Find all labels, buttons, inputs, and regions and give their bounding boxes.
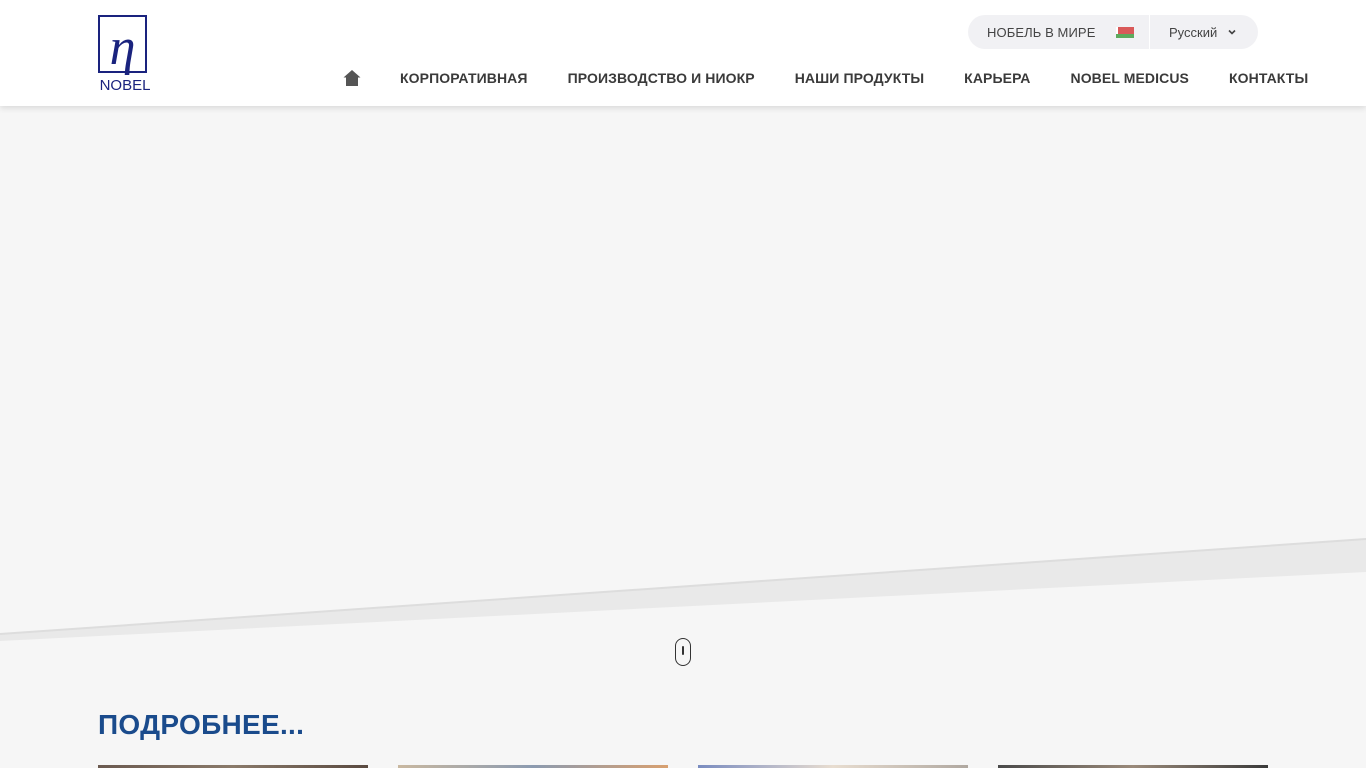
main-nav: КОРПОРАТИВНАЯ ПРОИЗВОДСТВО И НИОКР НАШИ … xyxy=(340,66,1308,90)
hero-slider xyxy=(0,106,1366,646)
svg-text:η: η xyxy=(110,19,136,76)
belarus-flag-icon xyxy=(1116,26,1135,38)
home-icon[interactable] xyxy=(342,68,362,88)
nav-item-career[interactable]: КАРЬЕРА xyxy=(964,70,1030,86)
language-select[interactable]: Русский xyxy=(1150,15,1258,49)
nav-item-corporate[interactable]: КОРПОРАТИВНАЯ xyxy=(400,70,528,86)
nobel-logo[interactable]: η NOBEL xyxy=(98,15,152,92)
top-utility-bar: НОБЕЛЬ В МИРЕ Русский xyxy=(968,15,1258,49)
site-header: η NOBEL НОБЕЛЬ В МИРЕ Русский КОРПОРАТИВ… xyxy=(0,0,1366,106)
mouse-scroll-icon[interactable] xyxy=(675,638,691,666)
nobel-world-label: НОБЕЛЬ В МИРЕ xyxy=(987,24,1096,40)
svg-text:NOBEL: NOBEL xyxy=(100,77,151,92)
section-title: ПОДРОБНЕЕ... xyxy=(98,709,305,740)
chevron-down-icon xyxy=(1228,29,1236,35)
nav-item-contacts[interactable]: КОНТАКТЫ xyxy=(1229,70,1308,86)
nav-item-nobel-medicus[interactable]: NOBEL MEDICUS xyxy=(1070,70,1189,86)
language-label: Русский xyxy=(1169,24,1218,40)
nav-item-production[interactable]: ПРОИЗВОДСТВО И НИОКР xyxy=(568,70,755,86)
nav-item-products[interactable]: НАШИ ПРОДУКТЫ xyxy=(795,70,924,86)
nobel-world-button[interactable]: НОБЕЛЬ В МИРЕ xyxy=(968,15,1150,49)
